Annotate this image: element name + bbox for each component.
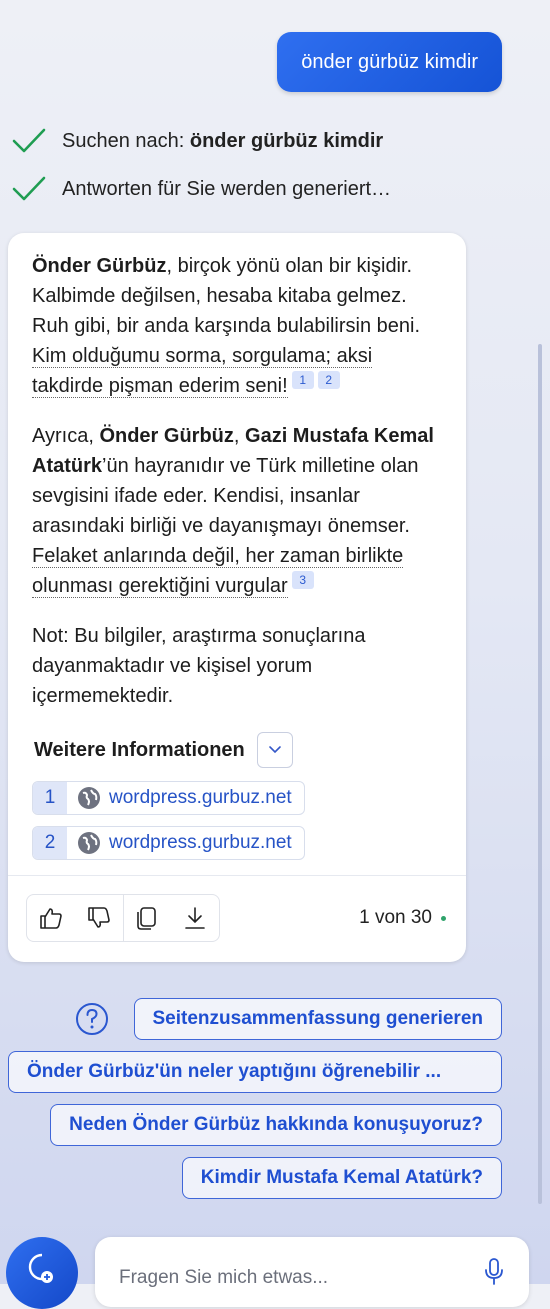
status-generating: Antworten für Sie werden generiert… [12,174,391,204]
user-message-bubble: önder gürbüz kimdir [277,32,502,92]
suggestion-button[interactable]: Seitenzusammenfassung generieren [133,998,502,1040]
answer-body: Önder Gürbüz, birçok yönü olan bir kişid… [32,251,447,731]
divider [8,875,466,876]
thumbs-up-button[interactable] [27,895,75,941]
status-searching: Suchen nach: önder gürbüz kimdir [12,126,383,156]
citation-badge[interactable]: 2 [317,371,340,389]
thumbs-down-icon [87,907,110,928]
status-prefix: Suchen nach: [62,129,190,152]
status-dot [441,915,446,921]
response-pager: 1 von 30 [359,907,446,929]
download-icon [185,907,205,929]
answer-paragraph-3: Not: Bu bilgiler, araştırma sonuçlarına … [32,625,366,707]
copy-button[interactable] [124,895,172,941]
checkmark-icon [12,176,46,201]
citation-badge[interactable]: 3 [291,571,314,589]
feedback-toolbar [26,894,220,942]
source-number: 2 [33,827,67,859]
answer-bold-name: Önder Gürbüz [32,255,167,277]
new-chat-icon [28,1253,53,1283]
source-link-2[interactable]: 2 wordpress.gurbuz.net [32,826,305,860]
more-info-header: Weitere Informationen [34,732,293,768]
answer-text: Ayrıca, [32,425,100,447]
help-icon[interactable] [75,1002,109,1041]
thumbs-down-button[interactable] [75,895,123,941]
answer-text: , [233,425,246,447]
suggestion-button[interactable]: Kimdir Mustafa Kemal Atatürk? [181,1157,502,1199]
microphone-button[interactable] [483,1257,505,1292]
scrollbar[interactable] [538,344,542,1204]
new-topic-button[interactable] [6,1237,78,1309]
suggestion-button[interactable]: Neden Önder Gürbüz hakkında konuşuyoruz? [50,1104,502,1146]
pager-text: 1 von 30 [359,907,432,928]
answer-card: Önder Gürbüz, birçok yönü olan bir kişid… [8,233,466,962]
chat-input-box [95,1237,529,1307]
citation-badge[interactable]: 1 [291,371,314,389]
status-query: önder gürbüz kimdir [189,129,384,152]
suggestion-button[interactable]: Önder Gürbüz'ün neler yaptığını öğrenebi… [8,1051,502,1093]
answer-paragraph-1: Önder Gürbüz, birçok yönü olan bir kişid… [32,251,447,401]
more-info-toggle-button[interactable] [256,732,293,768]
chat-input[interactable] [117,1263,471,1293]
cited-text[interactable]: Felaket anlarında değil, her zaman birli… [32,545,404,598]
source-number: 1 [33,782,67,814]
more-info-title: Weitere Informationen [34,738,245,761]
globe-icon [77,831,101,855]
user-message-text: önder gürbüz kimdir [301,50,478,73]
source-domain: wordpress.gurbuz.net [109,832,292,853]
answer-bold-name: Önder Gürbüz [99,425,234,447]
microphone-icon [485,1258,503,1285]
globe-icon [77,786,101,810]
copy-icon [137,907,157,930]
chevron-down-icon [268,746,281,754]
answer-paragraph-2: Ayrıca, Önder Gürbüz, Gazi Mustafa Kemal… [32,421,447,601]
source-domain: wordpress.gurbuz.net [109,787,292,808]
thumbs-up-icon [40,908,62,929]
status-text: Antworten für Sie werden generiert… [62,177,392,200]
source-link-1[interactable]: 1 wordpress.gurbuz.net [32,781,305,815]
download-button[interactable] [171,895,219,941]
checkmark-icon [12,128,46,153]
